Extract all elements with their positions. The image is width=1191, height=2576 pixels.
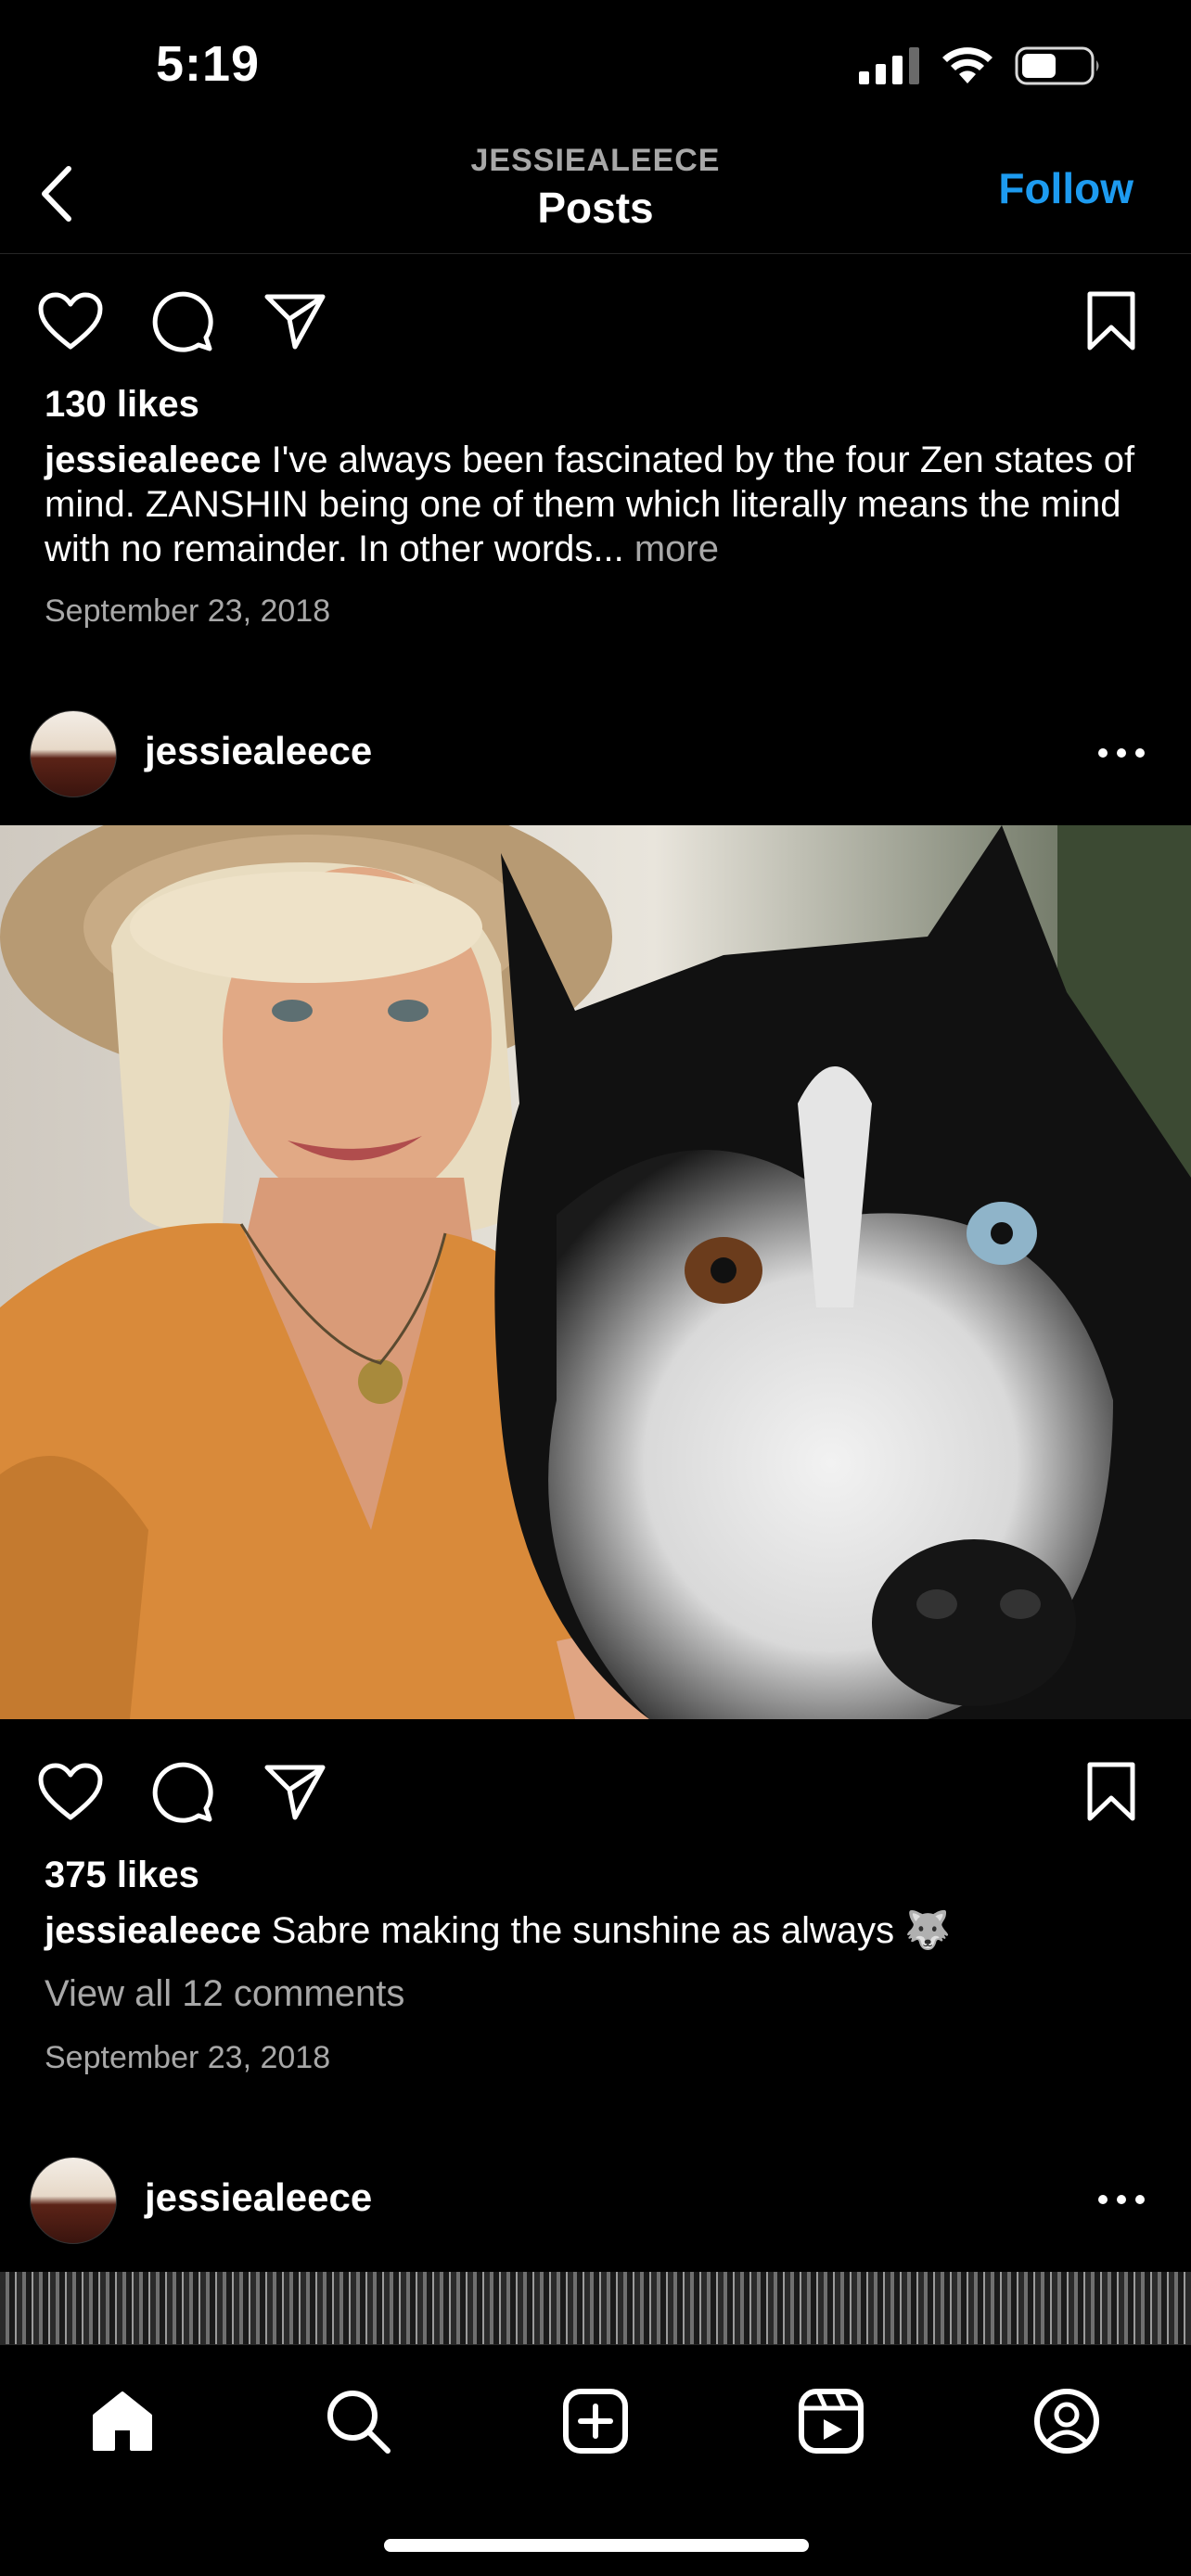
avatar[interactable] <box>30 710 117 797</box>
post1-share-button[interactable] <box>262 287 328 354</box>
post2-caption: jessiealeece Sabre making the sunshine a… <box>45 1908 1148 1953</box>
post2-date: September 23, 2018 <box>45 2040 331 2075</box>
home-indicator <box>384 2539 809 2552</box>
post1-caption-username[interactable]: jessiealeece <box>45 440 262 480</box>
post2-action-row <box>0 1749 1191 1832</box>
post2-photo[interactable] <box>0 825 1191 1719</box>
post1-date: September 23, 2018 <box>45 593 331 629</box>
avatar[interactable] <box>30 2157 117 2244</box>
post1-caption: jessiealeece I've always been fascinated… <box>45 438 1148 571</box>
heart-icon <box>38 292 103 350</box>
post2-likes[interactable]: 375 likes <box>45 1855 199 1896</box>
reels-icon <box>799 2389 864 2454</box>
post2-like-button[interactable] <box>37 1758 104 1825</box>
more-horizontal-icon <box>1098 748 1145 758</box>
post1-more-link[interactable]: more <box>624 529 719 569</box>
comment-icon <box>152 1762 213 1823</box>
post3-header: jessiealeece <box>0 2153 1191 2246</box>
post2-caption-username[interactable]: jessiealeece <box>45 1910 262 1951</box>
send-icon <box>264 1765 326 1820</box>
tab-reels[interactable] <box>792 2382 870 2460</box>
wifi-icon <box>942 47 992 83</box>
follow-button[interactable]: Follow <box>998 163 1133 213</box>
tab-profile[interactable] <box>1028 2382 1106 2460</box>
post2-comment-button[interactable] <box>148 1758 215 1825</box>
bookmark-icon <box>1087 1762 1135 1821</box>
post2-save-button[interactable] <box>1078 1758 1145 1825</box>
post1-action-row <box>0 278 1191 362</box>
post3-more-button[interactable] <box>1089 2172 1154 2227</box>
post1-like-button[interactable] <box>37 287 104 354</box>
heart-icon <box>38 1763 103 1820</box>
post1-comment-button[interactable] <box>148 287 215 354</box>
post2-username[interactable]: jessiealeece <box>145 729 372 773</box>
profile-icon <box>1034 2389 1099 2454</box>
view-comments-link[interactable]: View all 12 comments <box>45 1973 404 2015</box>
woman-and-husky-photo <box>0 825 1191 1719</box>
home-icon <box>93 2391 152 2451</box>
post2-more-button[interactable] <box>1089 725 1154 781</box>
status-icons <box>859 46 1102 85</box>
send-icon <box>264 294 326 350</box>
post3-username[interactable]: jessiealeece <box>145 2175 372 2220</box>
status-time: 5:19 <box>156 36 261 92</box>
search-icon <box>327 2391 391 2454</box>
cellular-signal-icon <box>859 47 919 84</box>
create-icon <box>563 2389 628 2454</box>
post2-header: jessiealeece <box>0 707 1191 799</box>
tab-search[interactable] <box>319 2382 397 2460</box>
tab-create[interactable] <box>557 2382 634 2460</box>
post2-caption-text: Sabre making the sunshine as always 🐺 <box>261 1910 952 1951</box>
more-horizontal-icon <box>1098 2195 1145 2204</box>
tab-home[interactable] <box>83 2382 161 2460</box>
bookmark-icon <box>1087 291 1135 351</box>
post2-share-button[interactable] <box>262 1758 328 1825</box>
post3-photo[interactable] <box>0 2272 1191 2346</box>
comment-icon <box>152 291 213 352</box>
status-bar: 5:19 <box>0 0 1191 139</box>
battery-icon <box>1015 46 1099 85</box>
nav-header: JESSIEALEECE Posts Follow <box>0 139 1191 254</box>
post1-likes[interactable]: 130 likes <box>45 384 199 426</box>
post1-save-button[interactable] <box>1078 287 1145 354</box>
